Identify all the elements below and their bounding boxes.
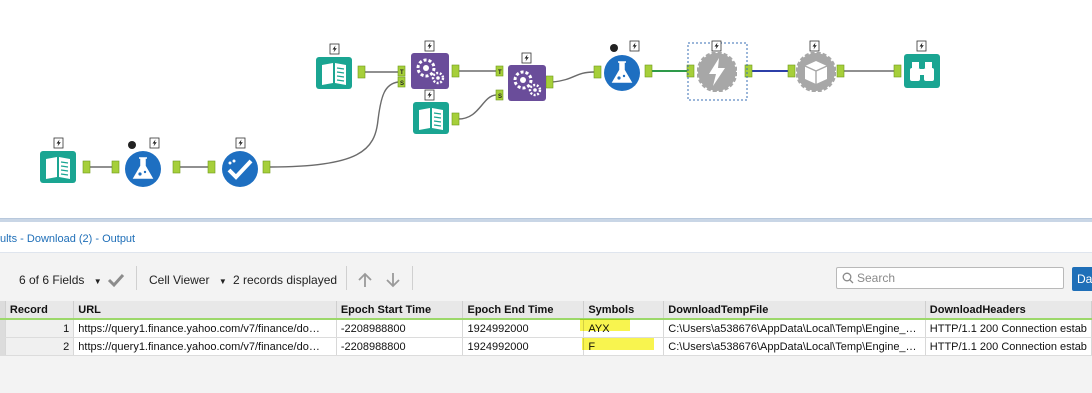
chevron-down-icon: ▼: [218, 277, 227, 286]
column-header[interactable]: Epoch End Time: [462, 301, 585, 320]
table-cell[interactable]: 2: [5, 337, 75, 356]
results-grid[interactable]: Record URL Epoch Start Time Epoch End Ti…: [0, 301, 1092, 356]
column-header[interactable]: URL: [73, 301, 337, 320]
workflow-canvas[interactable]: TS TS: [0, 0, 1092, 218]
column-header[interactable]: DownloadTempFile: [663, 301, 926, 320]
results-panel: ults - Download (2) - Output 6 of 6 Fiel…: [0, 222, 1092, 393]
results-body: 6 of 6 Fields ▼ Cell Viewer ▼ 2 records …: [0, 252, 1092, 393]
table-cell[interactable]: https://query1.finance.yahoo.com/v7/fina…: [73, 337, 337, 356]
cell-viewer-label: Cell Viewer: [149, 273, 210, 287]
arrow-down-icon[interactable]: [385, 272, 401, 288]
results-title: ults - Download (2) - Output: [0, 233, 136, 245]
table-cell[interactable]: HTTP/1.1 200 Connection estab: [925, 337, 1092, 356]
toolbar-divider: [136, 266, 137, 290]
data-button[interactable]: Da: [1072, 267, 1092, 291]
records-count: 2 records displayed: [233, 273, 338, 287]
highlight-mark: [582, 338, 654, 350]
cache-q-icon: [610, 44, 618, 52]
column-header[interactable]: Record: [5, 301, 75, 320]
arrow-up-icon[interactable]: [357, 272, 373, 288]
svg-text:S: S: [400, 81, 404, 87]
cell-viewer-dropdown[interactable]: Cell Viewer ▼: [149, 273, 227, 287]
table-cell[interactable]: 1924992000: [462, 337, 585, 356]
header-row: Record URL Epoch Start Time Epoch End Ti…: [0, 301, 1092, 320]
table-cell[interactable]: C:\Users\a538676\AppData\Local\Temp\Engi…: [663, 319, 926, 338]
table-row[interactable]: 1 https://query1.finance.yahoo.com/v7/fi…: [0, 319, 1092, 338]
cache-q-icon: [128, 141, 136, 149]
fields-label: 6 of 6 Fields: [19, 273, 85, 287]
chevron-down-icon: ▼: [93, 277, 102, 286]
svg-text:T: T: [498, 70, 502, 76]
column-header[interactable]: Symbols: [583, 301, 665, 320]
highlight-mark: [580, 319, 630, 331]
table-cell[interactable]: C:\Users\a538676\AppData\Local\Temp\Engi…: [663, 337, 926, 356]
column-header[interactable]: Epoch Start Time: [336, 301, 464, 320]
table-cell[interactable]: https://query1.finance.yahoo.com/v7/fina…: [73, 319, 337, 338]
column-header[interactable]: DownloadHeaders: [925, 301, 1092, 320]
results-toolbar: 6 of 6 Fields ▼ Cell Viewer ▼ 2 records …: [0, 253, 1092, 301]
anchors: [82, 64, 902, 174]
svg-text:T: T: [400, 70, 404, 76]
fields-dropdown[interactable]: 6 of 6 Fields ▼: [19, 273, 102, 287]
svg-text:S: S: [498, 94, 502, 100]
table-cell[interactable]: -2208988800: [336, 337, 464, 356]
table-row[interactable]: 2 https://query1.finance.yahoo.com/v7/fi…: [0, 337, 1092, 356]
table-cell[interactable]: HTTP/1.1 200 Connection estab: [925, 319, 1092, 338]
table-cell[interactable]: 1: [5, 319, 75, 338]
toolbar-divider: [412, 266, 413, 290]
table-cell[interactable]: -2208988800: [336, 319, 464, 338]
connections: [90, 70, 894, 168]
apply-check-icon[interactable]: [107, 272, 125, 288]
search-icon: [842, 272, 854, 284]
toolbar-divider: [346, 266, 347, 290]
table-cell[interactable]: 1924992000: [462, 319, 585, 338]
search-input[interactable]: [857, 269, 1057, 287]
search-box[interactable]: [836, 267, 1064, 289]
